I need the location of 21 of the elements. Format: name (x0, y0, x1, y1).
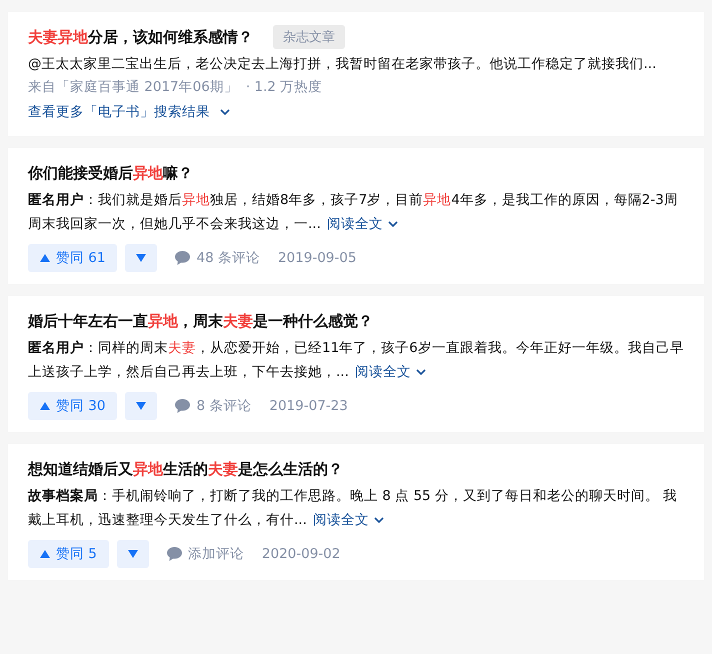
excerpt-text: 故事档案局：手机闹铃响了，打断了我的工作思路。晚上 8 点 55 分，又到了每日和老公的聊天时间。 我戴上耳机，迅速整理今天发生了什么，有什... 阅读全文 (28, 487, 678, 530)
date-text: 2019-09-05 (278, 250, 356, 266)
read-more-link[interactable]: 阅读全文 (355, 364, 412, 380)
more-results-link[interactable]: 查看更多「电子书」搜索结果 (28, 100, 210, 124)
source-text: 来自「家庭百事通 2017年06期」 (28, 78, 238, 97)
result-title[interactable]: 夫妻异地分居，该如何维系感情？ (28, 24, 253, 50)
date-text: 2020-09-02 (262, 546, 340, 562)
result-title[interactable]: 你们能接受婚后异地嘛？ (28, 160, 193, 186)
excerpt-text: 匿名用户：我们就是婚后异地独居，结婚8年多，孩子7岁，目前异地4年多，是我工作的原因，每隔2-3周周末我回家一次，但她几乎不会来我这边，一... 阅读全文 (28, 191, 679, 234)
heat-text: · 1.2 万热度 (246, 78, 322, 97)
read-more-link[interactable]: 阅读全文 (327, 216, 384, 232)
upvote-button[interactable]: 赞同 61 (28, 244, 118, 272)
excerpt-text: @王太太家里二宝出生后，老公决定去上海打拼，我暂时留在老家带孩子。他说工作稳定了就接我们... (28, 55, 658, 74)
category-tag: 杂志文章 (273, 25, 345, 49)
upvote-button[interactable]: 赞同 5 (28, 540, 109, 568)
upvote-button[interactable]: 赞同 30 (28, 392, 118, 420)
date-text: 2019-07-23 (269, 398, 348, 414)
result-title[interactable]: 婚后十年左右一直异地，周末夫妻是一种什么感觉？ (28, 308, 373, 334)
excerpt-text: 匿名用户：同样的周末夫妻，从恋爱开始，已经11年了，孩子6岁一直跟着我。今年正好一年级。我自己早上送孩子上学，然后自己再去上班，下午去接她，... 阅读全文 (28, 339, 684, 382)
result-title[interactable]: 想知道结婚后又异地生活的夫妻是怎么生活的？ (28, 456, 343, 482)
read-more-link[interactable]: 阅读全文 (313, 512, 370, 528)
